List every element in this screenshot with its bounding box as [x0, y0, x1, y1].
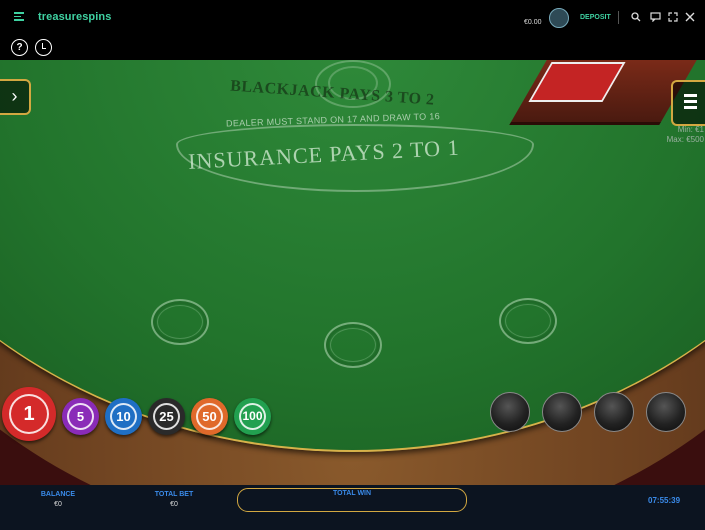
chip-100-label: 100: [242, 409, 263, 423]
history-icon[interactable]: [35, 39, 52, 56]
chip-50-label: 50: [202, 409, 217, 424]
menu-button[interactable]: [671, 80, 705, 126]
side-panel-toggle[interactable]: ›: [0, 79, 31, 115]
fullscreen-icon[interactable]: [668, 12, 678, 25]
chip-5-label: 5: [76, 409, 85, 424]
brand-logo[interactable]: treasurespins: [38, 11, 111, 23]
chip-25[interactable]: 25: [148, 398, 185, 435]
table-limits: Min: €1 Max: €500: [648, 125, 704, 145]
menu-icon[interactable]: [14, 12, 24, 21]
chip-5[interactable]: 5: [62, 398, 99, 435]
deposit-button[interactable]: DEPOSIT: [580, 14, 611, 21]
chip-25-label: 25: [159, 409, 174, 424]
close-icon[interactable]: [685, 12, 695, 25]
clock: 07:55:39: [648, 496, 681, 505]
header-balance: €0.00: [524, 19, 542, 26]
chip-1-label: 1: [23, 403, 35, 425]
action-slot-4[interactable]: [646, 392, 686, 432]
chip-100[interactable]: 100: [234, 398, 271, 435]
total-bet-value: €0: [170, 501, 178, 508]
action-slot-2[interactable]: [542, 392, 582, 432]
bet-spot-right[interactable]: [499, 298, 557, 344]
header-divider: [618, 11, 619, 24]
chip-1[interactable]: 1: [2, 387, 56, 441]
brand-left: treasure: [38, 11, 83, 23]
help-icon[interactable]: ?: [11, 39, 28, 56]
total-bet-label: TOTAL BET: [154, 491, 194, 498]
bet-spot-left[interactable]: [151, 299, 209, 345]
action-slot-1[interactable]: [490, 392, 530, 432]
bet-spot-center[interactable]: [324, 322, 382, 368]
limit-min: Min: €1: [677, 125, 704, 134]
chip-10[interactable]: 10: [105, 398, 142, 435]
total-win-label: TOTAL WIN: [332, 490, 372, 497]
balance-value: €0: [54, 501, 62, 508]
limit-max: Max: €500: [666, 135, 704, 144]
chip-10-label: 10: [116, 409, 131, 424]
brand-right: spins: [82, 11, 112, 23]
wallet-icon[interactable]: [549, 8, 569, 28]
search-icon[interactable]: [631, 12, 641, 25]
action-slot-3[interactable]: [594, 392, 634, 432]
chip-50[interactable]: 50: [191, 398, 228, 435]
balance-label: BALANCE: [40, 491, 76, 498]
chat-icon[interactable]: [650, 12, 661, 25]
